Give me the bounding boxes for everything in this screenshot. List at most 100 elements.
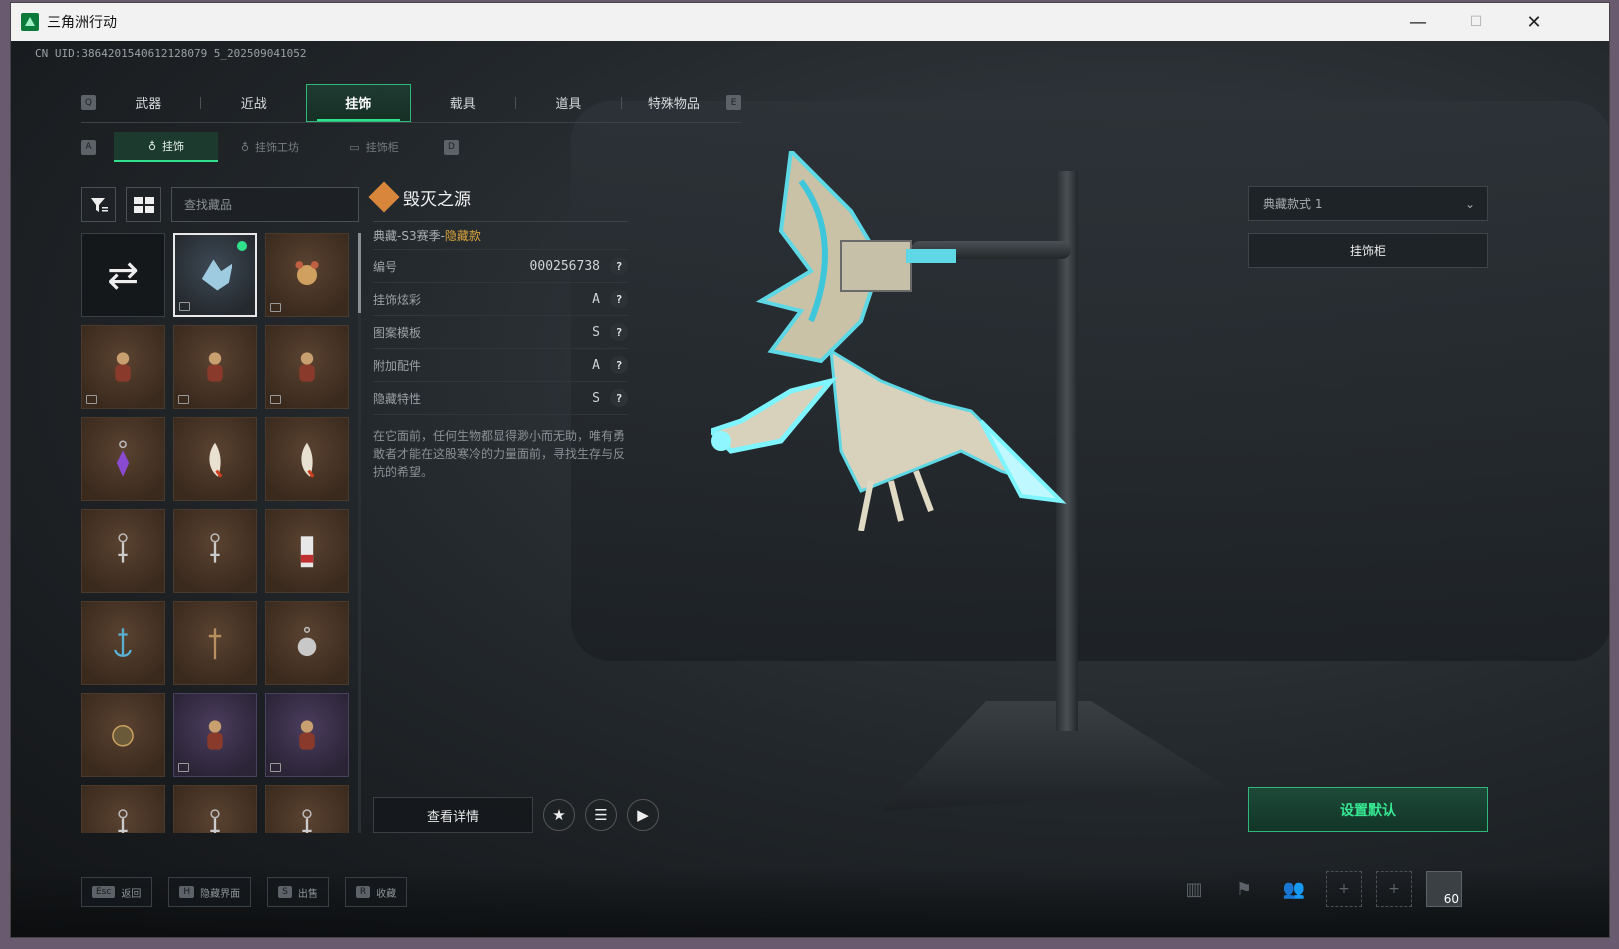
figure-icon bbox=[207, 720, 223, 750]
tab-melee[interactable]: 近战 bbox=[201, 84, 306, 122]
flag-icon[interactable]: ⚑ bbox=[1226, 871, 1262, 907]
empty-slot[interactable]: + bbox=[1376, 871, 1412, 907]
prev-tab-key[interactable]: Q bbox=[81, 95, 96, 110]
charm-slot[interactable] bbox=[81, 417, 165, 501]
grid-scrollbar[interactable] bbox=[358, 233, 361, 833]
charm-slot[interactable] bbox=[81, 693, 165, 777]
equipped-indicator bbox=[237, 241, 247, 251]
charm-slot[interactable] bbox=[173, 417, 257, 501]
charm-slot[interactable] bbox=[265, 509, 349, 593]
avatar[interactable]: 60 bbox=[1426, 871, 1462, 907]
hotkey-label: 隐藏界面 bbox=[200, 888, 241, 900]
tab-vehicles[interactable]: 载具 bbox=[411, 84, 516, 122]
charm-slot[interactable] bbox=[265, 325, 349, 409]
hotkey-key: R bbox=[355, 886, 371, 898]
next-subtab-key[interactable]: D bbox=[444, 139, 459, 155]
title-bar: 三角洲行动 — ☐ ✕ bbox=[11, 3, 1609, 41]
figure-icon bbox=[207, 352, 223, 382]
help-icon[interactable]: ? bbox=[610, 257, 628, 275]
help-icon[interactable]: ? bbox=[610, 323, 628, 341]
set-default-button[interactable]: 设置默认 bbox=[1248, 787, 1488, 832]
scrollbar-thumb[interactable] bbox=[358, 233, 361, 313]
tab-weapons[interactable]: 武器 bbox=[96, 84, 201, 122]
charm-slot[interactable] bbox=[81, 325, 165, 409]
style-select[interactable]: 典藏款式 1 ⌄ bbox=[1248, 186, 1488, 221]
stats-icon[interactable]: ▥ bbox=[1176, 871, 1212, 907]
crystal-icon bbox=[116, 440, 130, 477]
tier-hidden-label: 隐藏款 bbox=[444, 229, 481, 243]
hotkey-key: S bbox=[278, 886, 292, 898]
friends-icon[interactable]: 👥 bbox=[1276, 871, 1312, 907]
hotkey-hint[interactable]: R 收藏 bbox=[344, 877, 408, 907]
hotkey-hint[interactable]: S 出售 bbox=[267, 877, 329, 907]
category-tabs: Q 武器 近战 挂饰 载具 道具 特殊物品 E bbox=[81, 83, 742, 123]
keychain-icon bbox=[302, 809, 312, 833]
keychain-icon bbox=[118, 533, 128, 563]
dragon-ornament-model[interactable] bbox=[711, 151, 1071, 531]
grid-view-button[interactable] bbox=[126, 187, 161, 222]
hotkey-hint[interactable]: Esc 返回 bbox=[81, 877, 153, 907]
hotkey-hint[interactable]: H 隐藏界面 bbox=[168, 877, 252, 907]
charm-slot[interactable] bbox=[265, 785, 349, 833]
rarity-diamond-icon bbox=[368, 181, 400, 213]
workshop-icon: ♁ bbox=[240, 140, 250, 154]
maximize-button[interactable]: ☐ bbox=[1447, 3, 1505, 41]
close-button[interactable]: ✕ bbox=[1505, 3, 1563, 41]
charm-slot[interactable] bbox=[173, 233, 257, 317]
charm-slot[interactable] bbox=[81, 601, 165, 685]
showcase-list-button[interactable]: ☰ bbox=[585, 799, 617, 831]
window-title: 三角洲行动 bbox=[47, 15, 117, 31]
help-icon[interactable]: ? bbox=[610, 356, 628, 374]
charm-slot[interactable] bbox=[265, 233, 349, 317]
shuffle-icon: ⇄ bbox=[107, 253, 139, 297]
charm-slot[interactable] bbox=[173, 785, 257, 833]
subtab-charm-workshop[interactable]: ♁ 挂饰工坊 bbox=[218, 132, 322, 162]
charm-slot[interactable] bbox=[81, 509, 165, 593]
filter-button[interactable] bbox=[81, 187, 116, 222]
prev-subtab-key[interactable]: A bbox=[81, 139, 96, 155]
charm-tier: 典藏-S3赛季- 隐藏款 bbox=[373, 222, 628, 250]
charm-slot[interactable] bbox=[173, 693, 257, 777]
subtab-charms[interactable]: ♁ 挂饰 bbox=[114, 132, 218, 162]
charm-slot[interactable] bbox=[265, 601, 349, 685]
search-input[interactable]: 查找藏品 bbox=[171, 187, 359, 222]
attribute-value: A bbox=[592, 357, 600, 373]
charm-slot[interactable] bbox=[81, 785, 165, 833]
charm-cabinet-button[interactable]: 挂饰柜 bbox=[1248, 233, 1488, 268]
view-details-button[interactable]: 查看详情 bbox=[373, 797, 533, 833]
bear-icon bbox=[295, 261, 319, 286]
attribute-value: S bbox=[592, 324, 600, 340]
next-tab-key[interactable]: E bbox=[726, 95, 742, 110]
attribute-row: 附加配件 A? bbox=[373, 349, 628, 382]
play-icon: ▶ bbox=[637, 806, 649, 824]
attribute-label: 图案模板 bbox=[373, 325, 422, 340]
help-icon[interactable]: ? bbox=[610, 290, 628, 308]
right-panel: 典藏款式 1 ⌄ 挂饰柜 bbox=[1248, 186, 1488, 268]
charm-slot[interactable] bbox=[265, 417, 349, 501]
random-charm-button[interactable]: ⇄ bbox=[81, 233, 165, 317]
charm-slot[interactable] bbox=[173, 601, 257, 685]
favorite-button[interactable]: ★ bbox=[543, 799, 575, 831]
filter-bar: 查找藏品 bbox=[81, 187, 359, 222]
preview-image-icon bbox=[178, 395, 189, 404]
charm-slot[interactable] bbox=[173, 325, 257, 409]
tab-special-items[interactable]: 特殊物品 bbox=[622, 84, 727, 122]
charm-slot[interactable] bbox=[265, 693, 349, 777]
minimize-button[interactable]: — bbox=[1389, 3, 1447, 41]
game-window: 三角洲行动 — ☐ ✕ CN UID:3864201540612128079 5… bbox=[10, 2, 1610, 938]
subtab-label: 挂饰柜 bbox=[365, 141, 399, 154]
empty-slot[interactable]: + bbox=[1326, 871, 1362, 907]
tab-charms[interactable]: 挂饰 bbox=[306, 83, 411, 122]
play-animation-button[interactable]: ▶ bbox=[627, 799, 659, 831]
player-level: 60 bbox=[1443, 892, 1459, 906]
keychain-icon bbox=[210, 809, 220, 833]
tab-items[interactable]: 道具 bbox=[516, 84, 621, 122]
grid-view-icon bbox=[133, 196, 154, 213]
attribute-row: 隐藏特性 S? bbox=[373, 382, 628, 415]
showcase-scene: CN UID:3864201540612128079 5_20250904105… bbox=[11, 41, 1609, 937]
hotkey-key: Esc bbox=[92, 886, 116, 898]
help-icon[interactable]: ? bbox=[610, 389, 628, 407]
charm-slot[interactable] bbox=[173, 509, 257, 593]
hotkey-label: 收藏 bbox=[376, 888, 397, 900]
subtab-charm-cabinet[interactable]: ▭ 挂饰柜 bbox=[322, 132, 426, 162]
